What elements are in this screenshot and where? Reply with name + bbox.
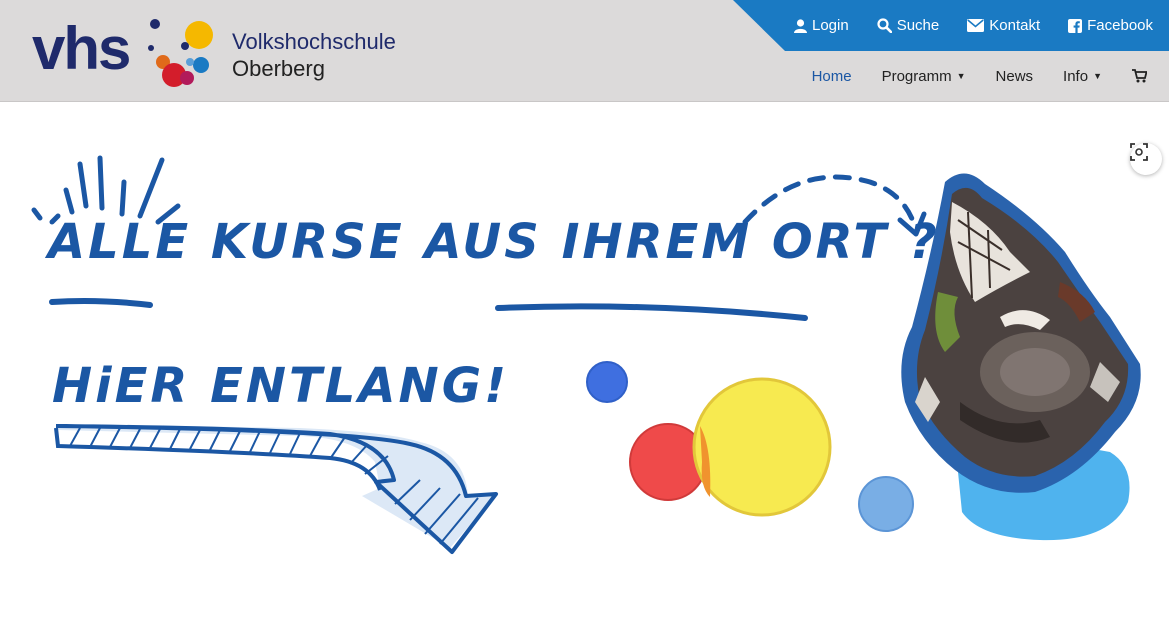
nav-cart[interactable] [1132,69,1147,83]
search-label: Suche [896,17,940,34]
contact-label: Kontakt [989,17,1041,34]
brand-line-2: Oberberg [232,56,325,81]
chevron-down-icon: ▼ [956,71,966,81]
facebook-label: Facebook [1087,17,1153,34]
headline-part-1: ALLE KURSE AUS [48,214,562,270]
expand-button[interactable] [1130,143,1162,175]
nav-info[interactable]: Info ▼ [1063,68,1102,85]
contact-link[interactable]: Kontakt [967,17,1040,34]
nav-info-label: Info [1063,67,1089,85]
headline-part-3: ? [889,214,940,270]
brand-line-1: Volkshochschule [232,29,396,54]
user-icon [794,18,807,33]
nav-home[interactable]: Home [812,68,852,85]
login-link[interactable]: Login [794,17,849,34]
vhs-logo-text[interactable]: vhs [32,14,131,84]
site-header: vhs Volkshochschule Oberberg Login Suche [0,0,1169,102]
login-label: Login [812,17,849,34]
brand-name[interactable]: Volkshochschule Oberberg [232,28,396,82]
search-icon [877,18,892,33]
nav-home-label: Home [811,67,852,85]
headline-part-2: IHREM ORT [561,214,890,270]
envelope-icon [967,19,985,32]
expand-icon [1130,143,1148,161]
top-utility-bar: Login Suche Kontakt Facebook [733,0,1169,51]
nav-programm[interactable]: Programm ▼ [882,68,966,85]
logo-dots-icon [148,19,213,87]
search-link[interactable]: Suche [877,17,940,34]
facebook-link[interactable]: Facebook [1068,17,1153,34]
facebook-icon [1068,18,1083,33]
chevron-down-icon: ▼ [1093,71,1102,81]
top-links: Login Suche Kontakt Facebook [794,0,1153,51]
nav-news[interactable]: News [996,68,1034,85]
nav-programm-label: Programm [881,67,952,85]
cart-icon [1132,69,1147,83]
nav-news-label: News [995,67,1034,85]
hero-headline: ALLE KURSE AUS IHREM ORT ? [48,212,940,272]
hero-subhead: HiER ENTLANG! [52,358,509,414]
main-navigation: Home Programm ▼ News Info ▼ [812,62,1147,90]
